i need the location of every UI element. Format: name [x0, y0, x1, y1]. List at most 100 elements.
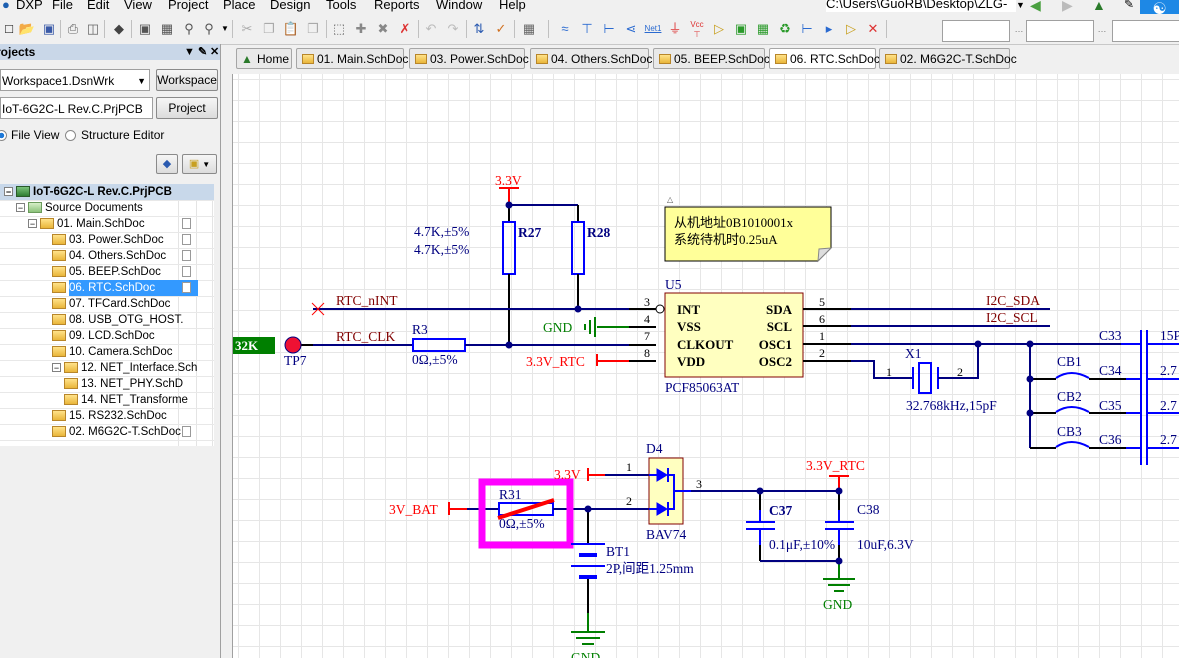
- panel-menu-icon[interactable]: ▼: [184, 44, 195, 60]
- home-icon[interactable]: ▲: [1092, 0, 1106, 13]
- panel-close-icon[interactable]: ✕: [210, 44, 219, 60]
- vcc-port-icon[interactable]: Vcc ⊤: [688, 20, 706, 39]
- menu-file[interactable]: File: [52, 0, 73, 12]
- collapse-icon[interactable]: −: [52, 363, 61, 373]
- tab-home[interactable]: ▲ Home: [236, 48, 292, 69]
- menu-edit[interactable]: Edit: [87, 0, 109, 12]
- zoom-area-icon[interactable]: ▦: [158, 20, 176, 38]
- tab-power[interactable]: 03. Power.SchDoc: [409, 48, 529, 69]
- print-icon[interactable]: ⎙: [64, 20, 82, 38]
- tp7-pad[interactable]: [284, 336, 302, 354]
- tab-others[interactable]: 04. Others.SchDoc: [530, 48, 652, 69]
- menu-project[interactable]: Project: [168, 0, 208, 12]
- tree-item[interactable]: − 12. NET_Interface.Sch: [0, 360, 214, 376]
- tree-item[interactable]: 14. NET_Transforme: [0, 392, 214, 408]
- workspace-select[interactable]: Workspace1.DsnWrk ▼: [0, 69, 150, 91]
- gnd-port-icon[interactable]: ⏚: [666, 20, 684, 38]
- tree-item[interactable]: 15. RS232.SchDoc: [0, 408, 214, 424]
- toolbar-combo-2[interactable]: [1026, 20, 1094, 42]
- forward-icon[interactable]: ▶: [1062, 0, 1073, 14]
- toolbar-combo-1[interactable]: [942, 20, 1010, 42]
- edit-icon[interactable]: ✎: [1124, 0, 1134, 11]
- paste-icon[interactable]: 📋: [282, 20, 300, 38]
- tree-item[interactable]: − 01. Main.SchDoc: [0, 216, 214, 232]
- sheet-entry-icon[interactable]: ▦: [754, 20, 772, 38]
- tab-m6g2c[interactable]: 02. M6G2C-T.SchDoc: [879, 48, 1017, 69]
- place-net-label-icon[interactable]: ⋖: [622, 20, 640, 38]
- menu-reports[interactable]: Reports: [374, 0, 420, 12]
- menu-design[interactable]: Design: [270, 0, 310, 12]
- rubber-stamp-icon[interactable]: ❐: [304, 20, 322, 38]
- tree-item[interactable]: 08. USB_OTG_HOST.: [0, 312, 214, 328]
- cross-probe-icon[interactable]: ✓: [492, 20, 510, 38]
- panel-pin-icon[interactable]: ✎: [198, 44, 207, 60]
- place-part-icon[interactable]: ▷: [710, 20, 728, 38]
- tree-item[interactable]: 06. RTC.SchDoc: [0, 280, 214, 296]
- tree-item[interactable]: 03. Power.SchDoc: [0, 232, 214, 248]
- sheet-symbol-icon[interactable]: ▣: [732, 20, 750, 38]
- project-button[interactable]: Project: [156, 97, 218, 119]
- directive-icon[interactable]: ▷: [842, 20, 860, 38]
- compile-icon[interactable]: ▦: [520, 20, 538, 38]
- collapse-icon[interactable]: −: [16, 203, 25, 213]
- place-bus-icon[interactable]: ⊤: [578, 20, 596, 38]
- note-collapse-icon[interactable]: △: [667, 195, 674, 204]
- deselect-icon[interactable]: ✖: [374, 20, 392, 38]
- zoom-selected-icon[interactable]: ⚲: [180, 20, 198, 38]
- new-icon[interactable]: □: [0, 20, 18, 38]
- cut-icon[interactable]: ✂: [238, 20, 256, 38]
- select-area-icon[interactable]: ⬚: [330, 20, 348, 38]
- menu-place[interactable]: Place: [223, 0, 256, 12]
- print-preview-icon[interactable]: ◫: [84, 20, 102, 38]
- collapse-icon[interactable]: −: [4, 187, 13, 197]
- save-icon[interactable]: ▣: [40, 20, 58, 38]
- schematic-canvas[interactable]: 3.3V 4.7K,±5% 4.7K,±5% R27 R28 RTC_nINT …: [232, 74, 1179, 658]
- collapse-icon[interactable]: −: [28, 219, 37, 229]
- hierarchy-icon[interactable]: ⇅: [470, 20, 488, 38]
- place-net-icon[interactable]: Net1: [644, 20, 662, 38]
- tree-item[interactable]: 05. BEEP.SchDoc: [0, 264, 214, 280]
- toolbar-combo-3[interactable]: [1112, 20, 1179, 42]
- menu-dxp[interactable]: DXP: [16, 0, 43, 12]
- tab-main[interactable]: 01. Main.SchDoc: [296, 48, 408, 69]
- path-dropdown-icon[interactable]: ▼: [1016, 0, 1025, 10]
- copy-icon[interactable]: ❐: [260, 20, 278, 38]
- project-options-button[interactable]: ▣ ▼: [182, 154, 217, 174]
- tree-item[interactable]: − IoT-6G2C-L Rev.C.PrjPCB: [0, 184, 214, 200]
- file-view-radio[interactable]: [0, 130, 7, 141]
- undo-icon[interactable]: ↶: [422, 20, 440, 38]
- redo-icon[interactable]: ↷: [444, 20, 462, 38]
- tree-item[interactable]: 04. Others.SchDoc: [0, 248, 214, 264]
- component-icon[interactable]: ◆: [110, 20, 128, 38]
- zoom-fit-icon[interactable]: ▣: [136, 20, 154, 38]
- r27-body[interactable]: [502, 221, 516, 275]
- document-path-field[interactable]: C:\Users\GuoRB\Desktop\ZLG-: [826, 0, 1016, 12]
- tab-rtc[interactable]: 06. RTC.SchDoc: [769, 48, 880, 69]
- r28-body[interactable]: [571, 221, 585, 275]
- no-erc-icon[interactable]: ✕: [864, 20, 882, 38]
- tree-item[interactable]: − Source Documents: [0, 200, 214, 216]
- workspace-dropdown-icon[interactable]: ▼: [137, 70, 146, 92]
- tree-item[interactable]: 09. LCD.SchDoc: [0, 328, 214, 344]
- tab-beep[interactable]: 05. BEEP.SchDoc: [653, 48, 770, 69]
- menu-tools[interactable]: Tools: [326, 0, 356, 12]
- menu-help[interactable]: Help: [499, 0, 526, 12]
- combo-2-more-icon[interactable]: …: [1093, 20, 1111, 38]
- tree-item[interactable]: 07. TFCard.SchDoc: [0, 296, 214, 312]
- menu-view[interactable]: View: [124, 0, 152, 12]
- move-icon[interactable]: ✚: [352, 20, 370, 38]
- device-sheet-icon[interactable]: ♻: [776, 20, 794, 38]
- clear-filter-icon[interactable]: ✗: [396, 20, 414, 38]
- tree-item[interactable]: 02. M6G2C-T.SchDoc: [0, 424, 214, 440]
- menu-window[interactable]: Window: [436, 0, 482, 12]
- port-icon[interactable]: ⊢: [798, 20, 816, 38]
- workspace-button[interactable]: Workspace: [156, 69, 218, 91]
- tree-item[interactable]: 13. NET_PHY.SchD: [0, 376, 214, 392]
- open-icon[interactable]: 📂: [18, 20, 36, 38]
- back-icon[interactable]: ◀: [1030, 0, 1041, 14]
- place-bus-entry-icon[interactable]: ⊢: [600, 20, 618, 38]
- structure-editor-radio[interactable]: [65, 130, 76, 141]
- compile-project-button[interactable]: ◆: [156, 154, 178, 174]
- harness-icon[interactable]: ▸: [820, 20, 838, 38]
- place-wire-icon[interactable]: ≈: [556, 20, 574, 38]
